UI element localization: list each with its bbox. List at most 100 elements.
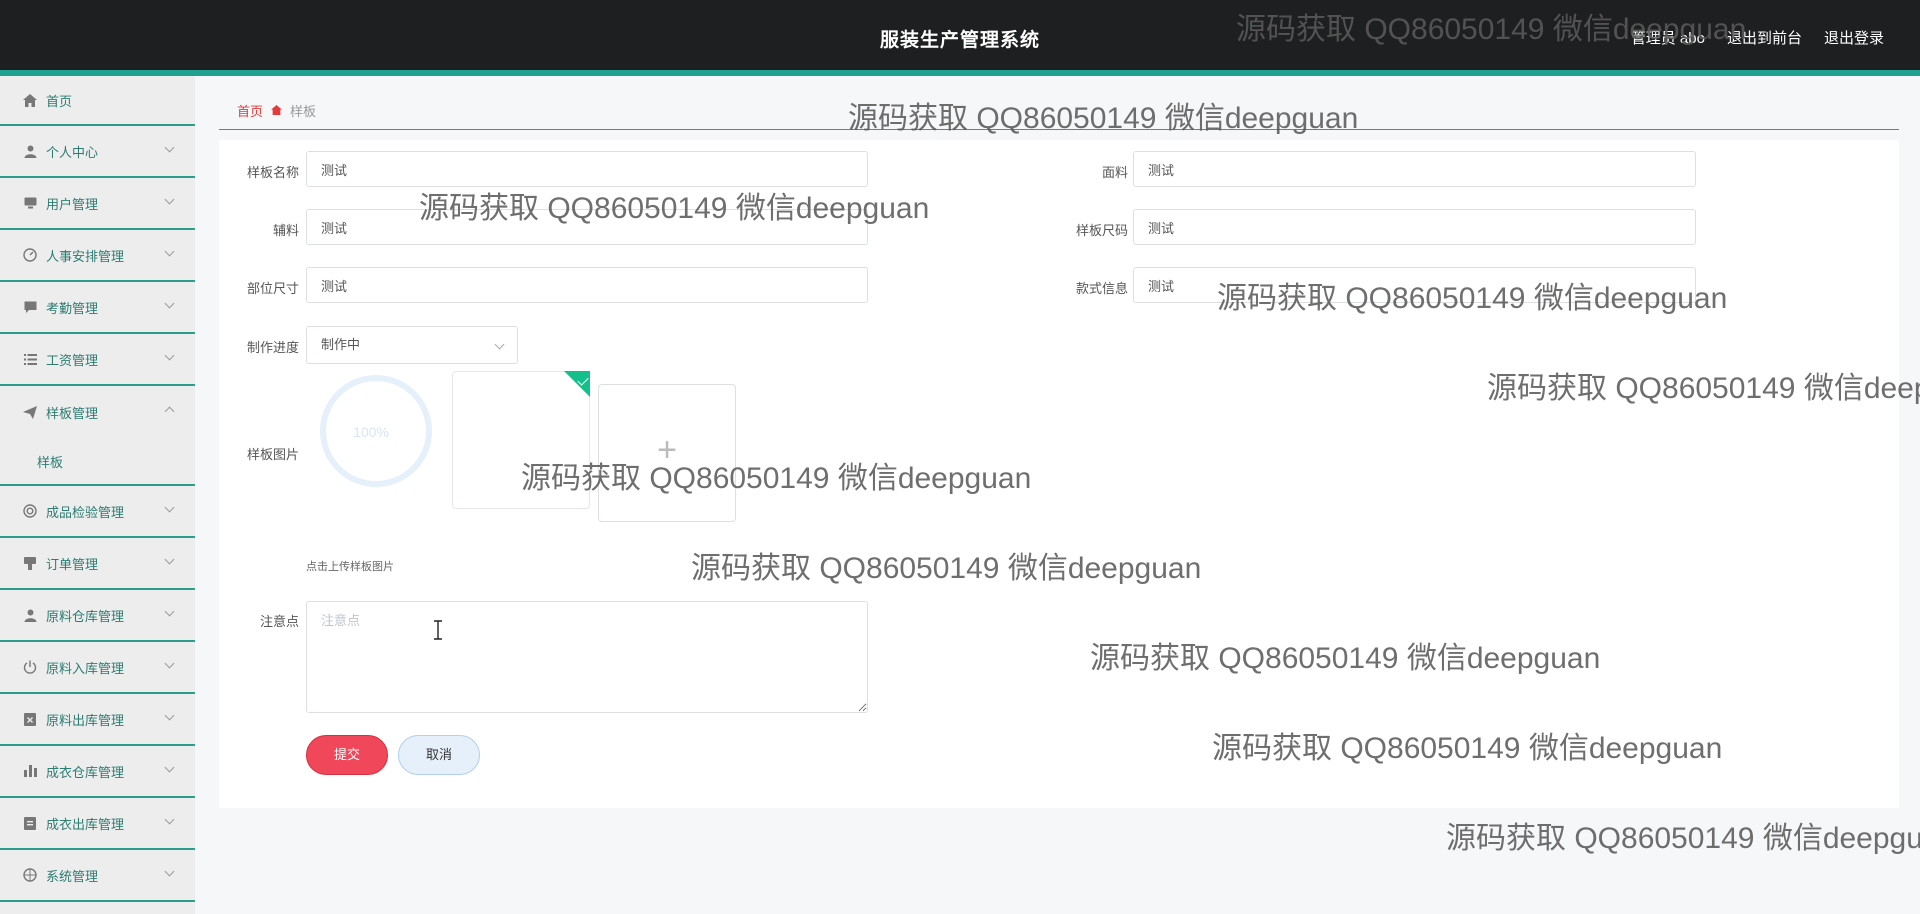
sidebar-item-label: 原料仓库管理	[46, 608, 125, 624]
sidebar-item-label: 个人中心	[46, 144, 99, 160]
sidebar-item-label: 首页	[46, 93, 73, 109]
sidebar-item-label: 人事安排管理	[46, 248, 125, 264]
sidebar-item-home[interactable]: 首页	[0, 76, 195, 126]
upload-success-corner	[564, 371, 590, 397]
bar-chart-icon	[22, 763, 38, 779]
chevron-down-icon	[164, 762, 175, 773]
chevron-down-icon	[164, 866, 175, 877]
chevron-up-icon	[164, 406, 175, 417]
chat-icon	[22, 299, 38, 315]
chevron-down-icon	[494, 339, 505, 350]
logout-link[interactable]: 退出登录	[1824, 27, 1884, 48]
sample-form: 样板名称 面料 辅料 样板尺码 部位尺寸 款式信息 制作进度 制作中 样板图片 …	[219, 140, 1899, 808]
sample-size-label: 样板尺码	[1075, 223, 1128, 238]
upload-progress-card: 100%	[306, 371, 444, 509]
sidebar-item-label: 原料入库管理	[46, 660, 125, 676]
breadcrumb: 首页 样板	[219, 92, 1899, 130]
clipboard-x-icon	[22, 711, 38, 727]
submit-button[interactable]: 提交	[306, 735, 388, 775]
sidebar-item-sample-management[interactable]: 样板管理	[0, 386, 195, 438]
upload-progress-text: 100%	[353, 424, 389, 440]
current-user: 管理员 abo	[1630, 30, 1705, 47]
chevron-down-icon	[164, 246, 175, 257]
fabric-input[interactable]	[1133, 151, 1696, 187]
sidebar-item-label: 成衣出库管理	[46, 816, 125, 832]
compass-icon	[22, 867, 38, 883]
sidebar-item-hr-scheduling[interactable]: 人事安排管理	[0, 230, 195, 282]
sidebar-item-personal-center[interactable]: 个人中心	[0, 126, 195, 178]
send-icon	[22, 404, 38, 420]
sidebar-item-raw-outbound[interactable]: 原料出库管理	[0, 694, 195, 746]
home-icon	[22, 92, 38, 108]
note-textarea[interactable]	[306, 601, 868, 713]
sample-name-label: 样板名称	[246, 165, 299, 180]
chevron-down-icon	[164, 606, 175, 617]
chevron-down-icon	[164, 142, 175, 153]
top-bar: 服装生产管理系统 管理员 abo 退出到前台 退出登录	[0, 0, 1920, 76]
style-info-input[interactable]	[1133, 267, 1696, 303]
uploaded-image-card[interactable]	[452, 371, 590, 509]
chevron-down-icon	[164, 502, 175, 513]
part-size-input[interactable]	[306, 267, 868, 303]
lifebuoy-icon	[22, 503, 38, 519]
sidebar-subitem-sample[interactable]: 样板	[0, 438, 195, 486]
user-icon	[22, 607, 38, 623]
sidebar-item-garment-outbound[interactable]: 成衣出库管理	[0, 798, 195, 850]
list-icon	[22, 351, 38, 367]
sample-image-label: 样板图片	[246, 447, 299, 462]
sidebar-item-raw-inbound[interactable]: 原料入库管理	[0, 642, 195, 694]
chevron-down-icon	[164, 710, 175, 721]
accessory-label: 辅料	[272, 223, 299, 238]
sidebar-item-label: 工资管理	[46, 352, 99, 368]
breadcrumb-current: 样板	[290, 104, 317, 119]
progress-label: 制作进度	[246, 340, 299, 355]
monitor-icon	[22, 195, 38, 211]
chevron-down-icon	[164, 554, 175, 565]
watermark: 源码获取 QQ86050149 微信deepguan	[1446, 822, 1920, 855]
add-image-button[interactable]: +	[598, 384, 736, 522]
sample-name-input[interactable]	[306, 151, 868, 187]
cancel-button[interactable]: 取消	[398, 735, 480, 775]
sidebar-item-product-inspection[interactable]: 成品检验管理	[0, 486, 195, 538]
progress-select-value: 制作中	[321, 337, 361, 352]
sidebar-item-label: 考勤管理	[46, 300, 99, 316]
sidebar-item-label: 订单管理	[46, 556, 99, 572]
note-label: 注意点	[259, 614, 299, 629]
dashboard-icon	[22, 247, 38, 263]
sidebar-item-user-management[interactable]: 用户管理	[0, 178, 195, 230]
sidebar-item-label: 样板管理	[46, 405, 99, 421]
upload-hint: 点击上传样板图片	[306, 561, 394, 573]
chevron-down-icon	[164, 350, 175, 361]
sidebar-item-salary[interactable]: 工资管理	[0, 334, 195, 386]
sample-size-input[interactable]	[1133, 209, 1696, 245]
sidebar-item-attendance[interactable]: 考勤管理	[0, 282, 195, 334]
sidebar-item-garment-warehouse[interactable]: 成衣仓库管理	[0, 746, 195, 798]
top-bar-actions: 管理员 abo 退出到前台 退出登录	[1631, 27, 1884, 48]
chevron-down-icon	[164, 194, 175, 205]
sidebar-item-system[interactable]: 系统管理	[0, 850, 195, 902]
plus-icon: +	[657, 431, 677, 469]
sidebar-item-label: 成衣仓库管理	[46, 764, 125, 780]
sidebar-item-label: 原料出库管理	[46, 712, 125, 728]
chevron-down-icon	[164, 658, 175, 669]
exit-to-front-link[interactable]: 退出到前台	[1727, 27, 1802, 48]
chevron-down-icon	[164, 298, 175, 309]
power-icon	[22, 659, 38, 675]
sidebar-item-orders[interactable]: 订单管理	[0, 538, 195, 590]
sidebar-item-label: 用户管理	[46, 196, 99, 212]
fabric-label: 面料	[1101, 165, 1128, 180]
user-icon	[22, 143, 38, 159]
chevron-down-icon	[164, 814, 175, 825]
part-size-label: 部位尺寸	[246, 281, 299, 296]
stamp-icon	[22, 555, 38, 571]
home-icon	[271, 104, 282, 118]
clipboard-icon	[22, 815, 38, 831]
sidebar-item-label: 成品检验管理	[46, 504, 125, 520]
sidebar: 首页 个人中心 用户管理 人事安排管理 考勤管理 工资管理 样板管理 样板 成品…	[0, 76, 195, 914]
style-info-label: 款式信息	[1075, 281, 1128, 296]
accessory-input[interactable]	[306, 209, 868, 245]
sidebar-item-raw-warehouse[interactable]: 原料仓库管理	[0, 590, 195, 642]
breadcrumb-home[interactable]: 首页	[237, 101, 263, 120]
progress-select[interactable]: 制作中	[306, 326, 518, 364]
sidebar-item-label: 系统管理	[46, 868, 99, 884]
